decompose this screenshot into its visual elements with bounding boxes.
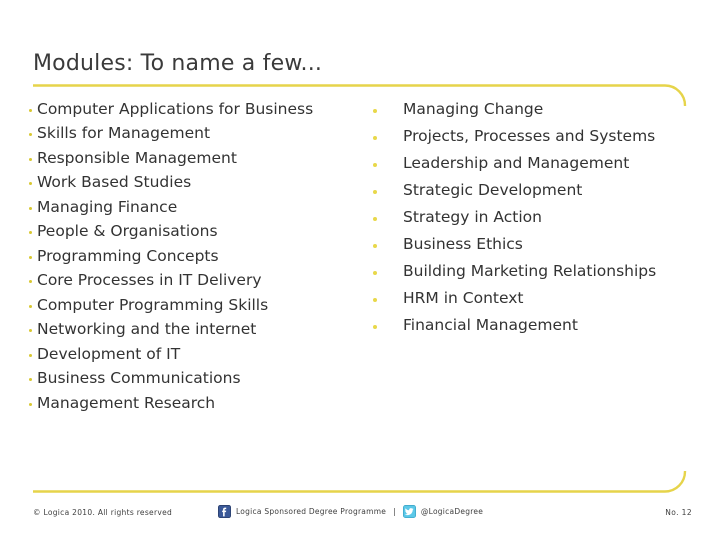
bullet-dot-icon: [373, 162, 377, 167]
list-item-label: Management Research: [37, 393, 216, 412]
decorative-rule-bottom: [33, 471, 687, 493]
list-item-label: Business Communications: [37, 369, 241, 388]
list-item: Responsible Management: [28, 148, 358, 168]
list-item: Management Research: [28, 393, 358, 413]
list-item: Development of IT: [28, 344, 358, 364]
list-item-label: Development of IT: [37, 344, 181, 363]
list-item: Strategy in Action: [365, 207, 695, 227]
bullet-dot-icon: [373, 270, 377, 275]
list-item: Strategic Development: [365, 180, 695, 200]
list-item: People & Organisations: [28, 222, 358, 241]
bullet-dot-icon: [29, 133, 32, 137]
bullet-dot-icon: [29, 206, 32, 210]
bullet-dot-icon: [29, 378, 32, 382]
page-title: Modules: To name a few...: [33, 51, 323, 76]
list-item-label: Networking and the internet: [37, 320, 257, 339]
list-item-label: Managing Finance: [37, 197, 178, 216]
list-item-label: Computer Applications for Business: [37, 100, 314, 118]
page-number: No. 12: [665, 508, 692, 517]
list-item-label: Strategic Development: [403, 180, 583, 199]
bullet-dot-icon: [29, 109, 32, 112]
bullet-dot-icon: [29, 231, 32, 235]
list-item-label: Skills for Management: [37, 124, 211, 143]
slide-footer: © Logica 2010. All rights reserved Logic…: [0, 503, 720, 529]
bullet-dot-icon: [29, 353, 32, 357]
bullet-dot-icon: [29, 304, 32, 308]
list-item: Projects, Processes and Systems: [365, 126, 695, 146]
footer-separator: |: [393, 507, 396, 516]
list-item-label: Financial Management: [403, 315, 578, 334]
bullet-dot-icon: [373, 297, 377, 302]
list-item-label: Programming Concepts: [37, 246, 219, 265]
content-area: Computer Applications for Business Skill…: [0, 100, 720, 471]
copyright-text: © Logica 2010. All rights reserved: [33, 508, 173, 517]
facebook-label: Logica Sponsored Degree Programme: [236, 507, 387, 516]
list-item-label: Work Based Studies: [37, 173, 192, 192]
bullet-dot-icon: [29, 182, 32, 186]
bullet-dot-icon: [373, 135, 377, 140]
list-item-label: Strategy in Action: [403, 207, 542, 226]
twitter-icon[interactable]: [402, 505, 416, 518]
list-item: Programming Concepts: [28, 246, 358, 266]
list-item: Core Processes in IT Delivery: [28, 271, 358, 290]
bullet-dot-icon: [29, 255, 32, 259]
list-item: Skills for Management: [28, 124, 358, 143]
bullet-dot-icon: [29, 280, 32, 284]
list-item: Business Ethics: [365, 234, 695, 254]
module-list-left: Computer Applications for Business Skill…: [28, 100, 358, 419]
list-item-label: Managing Change: [403, 100, 544, 118]
bullet-dot-icon: [373, 324, 377, 329]
list-item: Work Based Studies: [28, 173, 358, 192]
list-item: Managing Finance: [28, 197, 358, 217]
bullet-dot-icon: [373, 216, 377, 221]
list-item: Financial Management: [365, 315, 695, 335]
list-item: Business Communications: [28, 369, 358, 388]
list-item-label: Business Ethics: [403, 234, 523, 253]
list-item: HRM in Context: [365, 288, 695, 308]
bullet-dot-icon: [29, 157, 32, 161]
list-item: Leadership and Management: [365, 153, 695, 173]
list-item-label: Core Processes in IT Delivery: [37, 271, 262, 290]
social-links: Logica Sponsored Degree Programme | @Log…: [218, 505, 483, 518]
facebook-icon[interactable]: [218, 505, 231, 518]
list-item-label: HRM in Context: [403, 288, 524, 307]
list-item: Computer Applications for Business: [28, 100, 358, 119]
bullet-dot-icon: [373, 109, 377, 113]
list-item-label: People & Organisations: [37, 222, 218, 241]
list-item: Networking and the internet: [28, 320, 358, 339]
list-item-label: Computer Programming Skills: [37, 295, 269, 314]
list-item-label: Leadership and Management: [403, 153, 630, 172]
bullet-dot-icon: [373, 243, 377, 248]
list-item-label: Building Marketing Relationships: [403, 261, 657, 280]
list-item: Managing Change: [365, 100, 695, 119]
list-item-label: Projects, Processes and Systems: [403, 126, 656, 145]
slide-canvas: Modules: To name a few... Computer Appli…: [0, 0, 720, 540]
list-item-label: Responsible Management: [37, 148, 237, 167]
list-item: Computer Programming Skills: [28, 295, 358, 315]
module-list-right: Managing Change Projects, Processes and …: [365, 100, 695, 344]
bullet-dot-icon: [29, 402, 32, 406]
bullet-list-right: Managing Change Projects, Processes and …: [365, 100, 695, 335]
bullet-list-left: Computer Applications for Business Skill…: [28, 100, 358, 413]
bullet-dot-icon: [373, 189, 377, 194]
list-item: Building Marketing Relationships: [365, 261, 695, 281]
bullet-dot-icon: [29, 329, 32, 333]
twitter-label: @LogicaDegree: [420, 507, 484, 516]
